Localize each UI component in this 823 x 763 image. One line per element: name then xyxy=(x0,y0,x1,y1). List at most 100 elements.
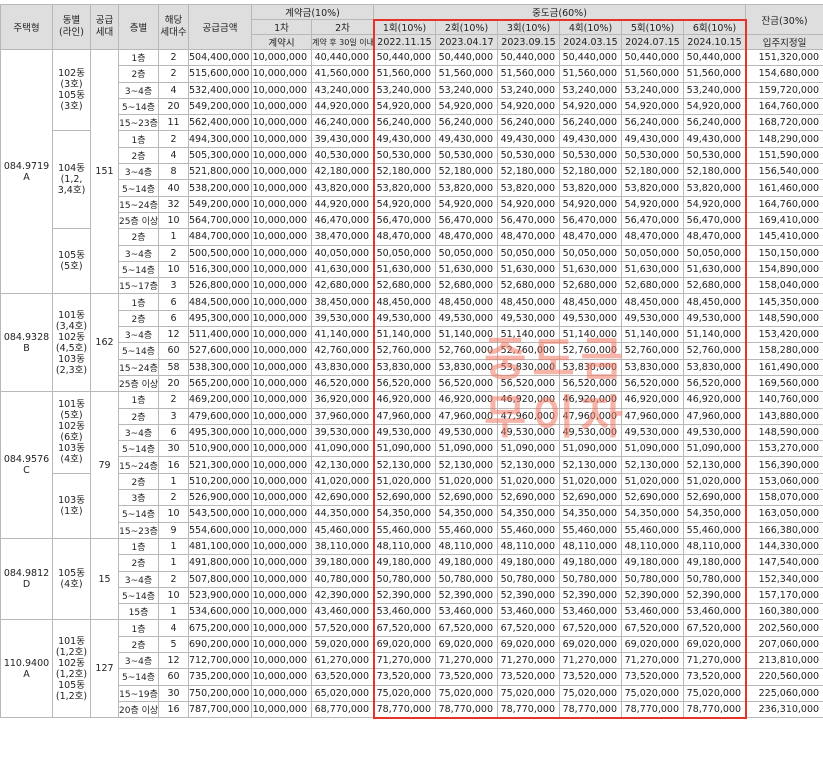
middle-payment-2: 52,760,000 xyxy=(435,342,498,360)
middle-payment-2: 53,820,000 xyxy=(435,179,498,197)
middle-payment-3: 52,390,000 xyxy=(497,586,560,605)
contract-second: 39,430,000 xyxy=(311,130,374,148)
middle-payment-4: 48,450,000 xyxy=(559,293,622,311)
middle-payment-6: 52,690,000 xyxy=(682,489,747,507)
middle-payment-2: 48,110,000 xyxy=(435,537,498,556)
payment-table: 주택형 동별 (라인) 공급 세대 층별 해당 세대수 공급금액 계약금(10%) 중… xyxy=(0,4,823,719)
floor: 3~4층 xyxy=(118,326,159,344)
supply-price: 495,300,000 xyxy=(188,423,252,442)
contract-second: 38,450,000 xyxy=(311,293,374,311)
contract-second: 40,780,000 xyxy=(311,570,374,588)
balance-payment: 148,290,000 xyxy=(745,130,823,148)
unit-count: 3 xyxy=(158,277,189,295)
dong-line: 105동 (5호) xyxy=(52,228,91,295)
table-row: 3~4층 4 532,400,000 10,000,000 43,240,000 53,2… xyxy=(1,81,823,99)
middle-payment-1: 48,470,000 xyxy=(373,228,436,246)
floor: 2층 xyxy=(118,635,159,653)
middle-payment-6: 53,460,000 xyxy=(682,603,747,621)
contract-first: 10,000,000 xyxy=(251,48,312,67)
middle-payment-1: 47,960,000 xyxy=(373,407,436,425)
middle-payment-4: 50,050,000 xyxy=(559,244,622,262)
middle-payment-1: 54,920,000 xyxy=(373,97,436,116)
middle-payment-3: 54,920,000 xyxy=(497,195,560,213)
contract-first: 10,000,000 xyxy=(251,244,312,262)
supply-count: 127 xyxy=(90,619,119,719)
middle-payment-5: 53,830,000 xyxy=(621,358,684,376)
header-middle-date-4: 2024.03.15 xyxy=(559,34,622,50)
middle-payment-6: 48,470,000 xyxy=(682,228,747,246)
header-units: 해당 세대수 xyxy=(158,4,189,50)
unit-count: 12 xyxy=(158,651,189,670)
supply-count: 15 xyxy=(90,537,119,621)
contract-second: 39,530,000 xyxy=(311,309,374,328)
table-row: 2층 6 495,300,000 10,000,000 39,530,000 49,530… xyxy=(1,309,823,328)
middle-payment-6: 53,830,000 xyxy=(682,358,747,376)
floor: 15~23층 xyxy=(118,114,159,132)
supply-count: 151 xyxy=(90,48,119,295)
dong-line: 103동 (1호) xyxy=(52,472,91,539)
header-c1: 1차 xyxy=(251,19,312,35)
contract-first: 10,000,000 xyxy=(251,293,312,311)
contract-second: 36,920,000 xyxy=(311,391,374,409)
middle-payment-4: 56,240,000 xyxy=(559,114,622,132)
contract-first: 10,000,000 xyxy=(251,195,312,213)
header-middle-date-1: 2022.11.15 xyxy=(373,34,436,50)
middle-payment-2: 52,180,000 xyxy=(435,163,498,181)
header-contract: 계약금(10%) xyxy=(251,4,374,20)
middle-payment-5: 52,690,000 xyxy=(621,489,684,507)
middle-payment-1: 50,780,000 xyxy=(373,570,436,588)
balance-payment: 202,560,000 xyxy=(745,619,823,637)
contract-second: 43,460,000 xyxy=(311,603,374,621)
middle-payment-2: 48,470,000 xyxy=(435,228,498,246)
table-row: 15~19층 30 750,200,000 10,000,000 65,020,000 7… xyxy=(1,684,823,702)
middle-payment-1: 75,020,000 xyxy=(373,684,436,702)
contract-first: 10,000,000 xyxy=(251,668,312,686)
middle-payment-2: 54,350,000 xyxy=(435,505,498,523)
middle-payment-3: 52,760,000 xyxy=(497,342,560,360)
middle-payment-6: 46,920,000 xyxy=(682,391,747,409)
middle-payment-4: 55,460,000 xyxy=(559,521,622,539)
unit-count: 2 xyxy=(158,65,189,83)
floor: 25층 이상 xyxy=(118,374,159,393)
middle-payment-6: 48,110,000 xyxy=(682,537,747,556)
balance-payment: 145,350,000 xyxy=(745,293,823,311)
unit-count: 5 xyxy=(158,635,189,653)
middle-payment-5: 50,440,000 xyxy=(621,48,684,67)
contract-first: 10,000,000 xyxy=(251,619,312,637)
middle-payment-4: 67,520,000 xyxy=(559,619,622,637)
middle-payment-3: 55,460,000 xyxy=(497,521,560,539)
floor: 5~14층 xyxy=(118,440,159,458)
middle-payment-2: 51,020,000 xyxy=(435,472,498,491)
floor: 3층 xyxy=(118,489,159,507)
middle-payment-1: 78,770,000 xyxy=(373,700,436,719)
middle-payment-6: 56,470,000 xyxy=(682,211,747,230)
table-row: 3~4층 12 511,400,000 10,000,000 41,140,000 51,… xyxy=(1,326,823,344)
middle-payment-4: 56,520,000 xyxy=(559,374,622,393)
middle-payment-6: 49,530,000 xyxy=(682,309,747,328)
header-balance-when: 입주지정일 xyxy=(745,34,823,50)
middle-payment-1: 56,240,000 xyxy=(373,114,436,132)
supply-price: 549,200,000 xyxy=(188,195,252,213)
middle-payment-5: 51,140,000 xyxy=(621,326,684,344)
floor: 1층 xyxy=(118,130,159,148)
middle-payment-5: 49,530,000 xyxy=(621,309,684,328)
contract-second: 42,680,000 xyxy=(311,277,374,295)
floor: 3~4층 xyxy=(118,81,159,99)
middle-payment-6: 54,920,000 xyxy=(682,195,747,213)
middle-payment-5: 53,240,000 xyxy=(621,81,684,99)
contract-second: 42,390,000 xyxy=(311,586,374,605)
middle-payment-5: 71,270,000 xyxy=(621,651,684,670)
supply-price: 491,800,000 xyxy=(188,554,252,572)
contract-second: 57,520,000 xyxy=(311,619,374,637)
contract-second: 41,630,000 xyxy=(311,260,374,279)
contract-first: 10,000,000 xyxy=(251,700,312,719)
middle-payment-5: 52,760,000 xyxy=(621,342,684,360)
table-row: 2층 2 515,600,000 10,000,000 41,560,000 51,560… xyxy=(1,65,823,83)
middle-payment-5: 51,560,000 xyxy=(621,65,684,83)
middle-payment-3: 46,920,000 xyxy=(497,391,560,409)
floor: 1층 xyxy=(118,293,159,311)
supply-price: 690,200,000 xyxy=(188,635,252,653)
middle-payment-5: 50,780,000 xyxy=(621,570,684,588)
contract-second: 43,240,000 xyxy=(311,81,374,99)
middle-payment-1: 67,520,000 xyxy=(373,619,436,637)
